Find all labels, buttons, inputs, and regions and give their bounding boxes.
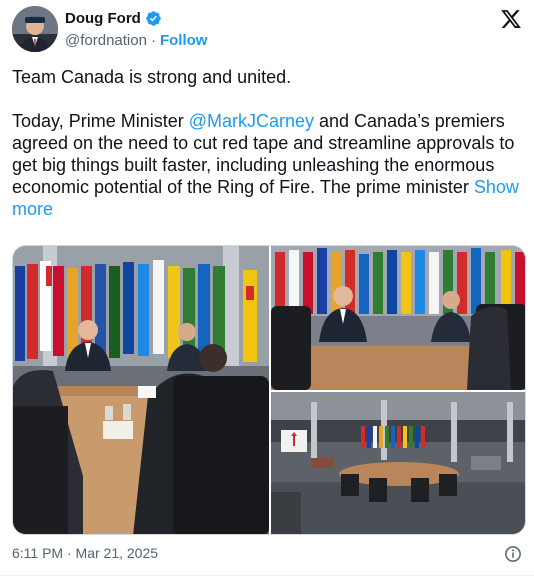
photo-3[interactable]: [271, 392, 525, 534]
media-grid: [12, 245, 526, 535]
verified-badge-icon: [145, 10, 162, 27]
handle-row: @fordnation · Follow: [65, 32, 207, 49]
author-name[interactable]: Doug Ford: [65, 10, 141, 27]
mention-link[interactable]: @MarkJCarney: [189, 111, 314, 131]
author-handle[interactable]: @fordnation: [65, 32, 147, 49]
tweet-text-before-mention: Today, Prime Minister: [12, 111, 189, 131]
author-name-row[interactable]: Doug Ford: [65, 10, 162, 27]
avatar-photo: [12, 6, 58, 52]
x-logo-icon[interactable]: [500, 8, 522, 30]
photo-1[interactable]: [13, 246, 269, 534]
separator-dot: ·: [150, 32, 156, 49]
tweet-line-1: Team Canada is strong and united.: [12, 67, 292, 87]
photo-2[interactable]: [271, 246, 525, 390]
timestamp[interactable]: 6:11 PM · Mar 21, 2025: [12, 545, 158, 561]
tweet-paragraph-2: Today, Prime Minister @MarkJCarney and C…: [12, 110, 526, 220]
tweet-card: Doug Ford @fordnation · Follow Team Cana…: [0, 0, 534, 576]
follow-button[interactable]: Follow: [160, 32, 208, 49]
avatar[interactable]: [12, 6, 58, 52]
info-icon[interactable]: [504, 545, 522, 563]
tweet-text: Team Canada is strong and united. Today,…: [12, 66, 526, 220]
